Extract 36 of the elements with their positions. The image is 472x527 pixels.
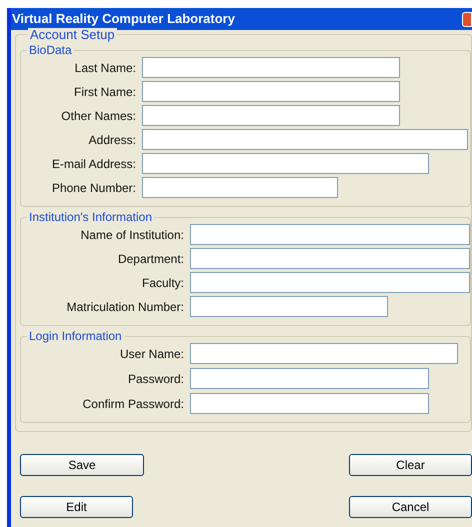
field-label: Address:	[88, 132, 137, 148]
close-button[interactable]	[462, 12, 472, 26]
field-label: Confirm Password:	[82, 396, 185, 412]
field-label: Other Names:	[60, 108, 137, 124]
action-button[interactable]: Edit	[20, 496, 133, 518]
field-label: Last Name:	[74, 60, 137, 76]
input-field[interactable]	[142, 129, 468, 150]
input-field[interactable]	[190, 343, 458, 364]
field-label: Password:	[126, 370, 185, 388]
input-field[interactable]	[190, 248, 470, 269]
group-title: Institution's Information	[27, 211, 154, 223]
input-field[interactable]	[142, 153, 429, 174]
input-field[interactable]	[142, 57, 400, 78]
input-field[interactable]	[190, 224, 470, 245]
input-field[interactable]	[190, 272, 470, 293]
field-label: Name of Institution:	[80, 226, 185, 244]
group-title: BioData	[27, 44, 74, 56]
field-label: Phone Number:	[50, 180, 137, 196]
field-label: E-mail Address:	[50, 156, 137, 172]
input-field[interactable]	[142, 81, 400, 102]
input-field[interactable]	[142, 177, 338, 198]
action-button[interactable]: Clear	[349, 454, 472, 476]
field-label: Matriculation Number:	[66, 298, 185, 316]
input-field[interactable]	[190, 393, 429, 414]
group-title: Login Information	[27, 330, 124, 342]
action-button[interactable]: Save	[20, 454, 144, 476]
field-label: Faculty:	[140, 274, 185, 292]
window-title: Virtual Reality Computer Laboratory	[12, 10, 235, 28]
field-label: User Name:	[118, 346, 185, 362]
input-field[interactable]	[190, 296, 388, 317]
group-title: Account Setup	[28, 28, 117, 41]
input-field[interactable]	[142, 105, 400, 126]
field-label: Department:	[116, 250, 185, 268]
action-button[interactable]: Cancel	[349, 496, 472, 518]
field-label: First Name:	[72, 84, 137, 100]
input-field[interactable]	[190, 368, 429, 389]
